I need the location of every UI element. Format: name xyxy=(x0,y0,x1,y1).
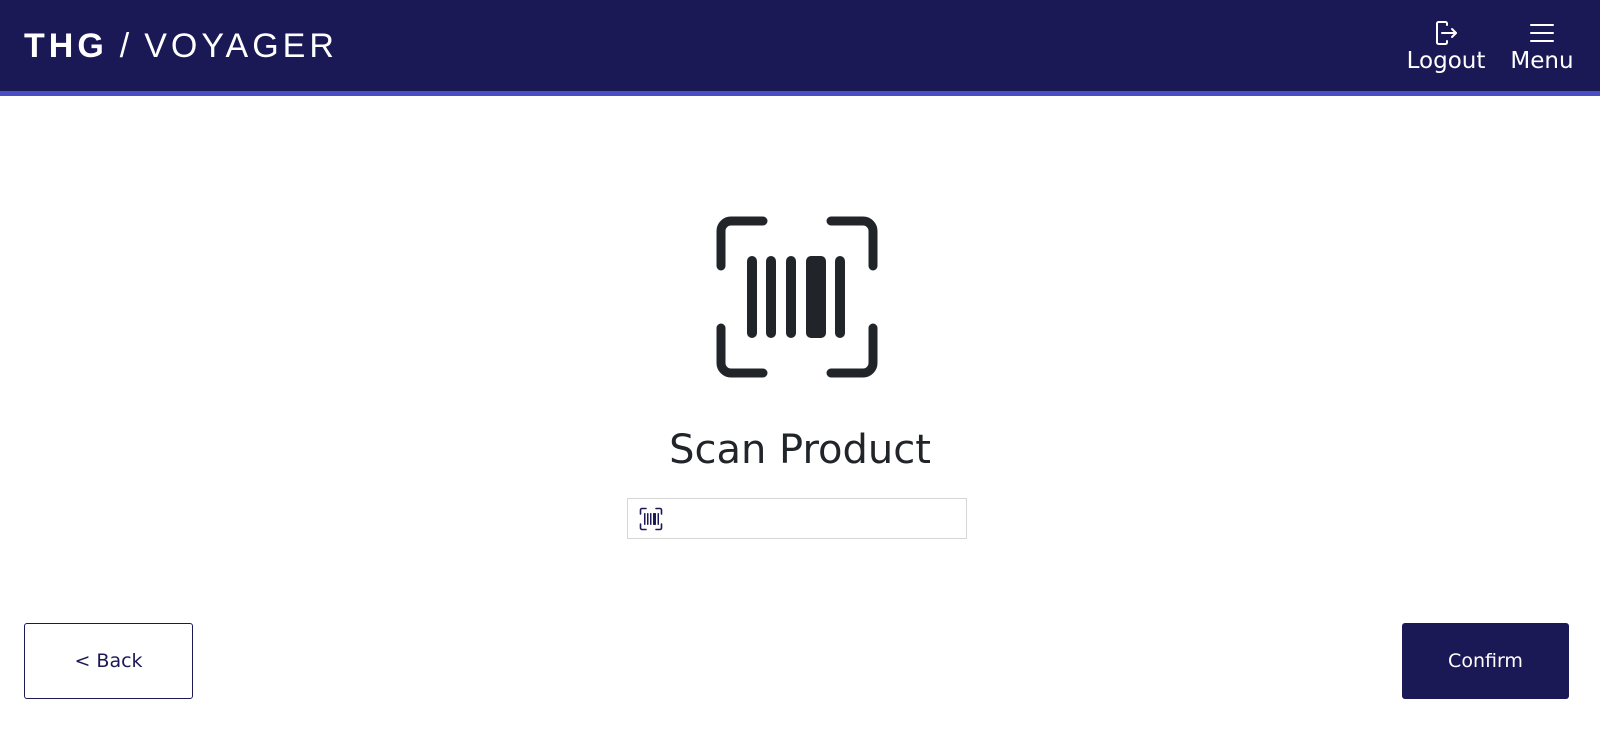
logout-label: Logout xyxy=(1406,48,1486,74)
hamburger-menu-icon xyxy=(1530,24,1554,42)
scan-product-input[interactable] xyxy=(663,499,966,538)
back-button[interactable]: < Back xyxy=(24,623,193,699)
logout-icon xyxy=(1436,21,1457,45)
thg-voyager-logo[interactable]: THG / VOYAGER xyxy=(24,26,338,65)
barcode-scan-icon xyxy=(716,216,878,378)
logout-button[interactable]: Logout xyxy=(1403,20,1489,76)
logo-product: VOYAGER xyxy=(144,26,338,65)
logo-brand: THG xyxy=(24,26,108,65)
top-header: THG / VOYAGER Logout Menu xyxy=(0,0,1600,96)
menu-button[interactable]: Menu xyxy=(1505,20,1579,76)
page-title: Scan Product xyxy=(669,427,931,473)
menu-label: Menu xyxy=(1510,48,1574,74)
scan-product-field[interactable] xyxy=(627,498,967,539)
confirm-button[interactable]: Confirm xyxy=(1402,623,1569,699)
barcode-scan-icon xyxy=(639,507,663,530)
logo-separator: / xyxy=(119,26,133,65)
